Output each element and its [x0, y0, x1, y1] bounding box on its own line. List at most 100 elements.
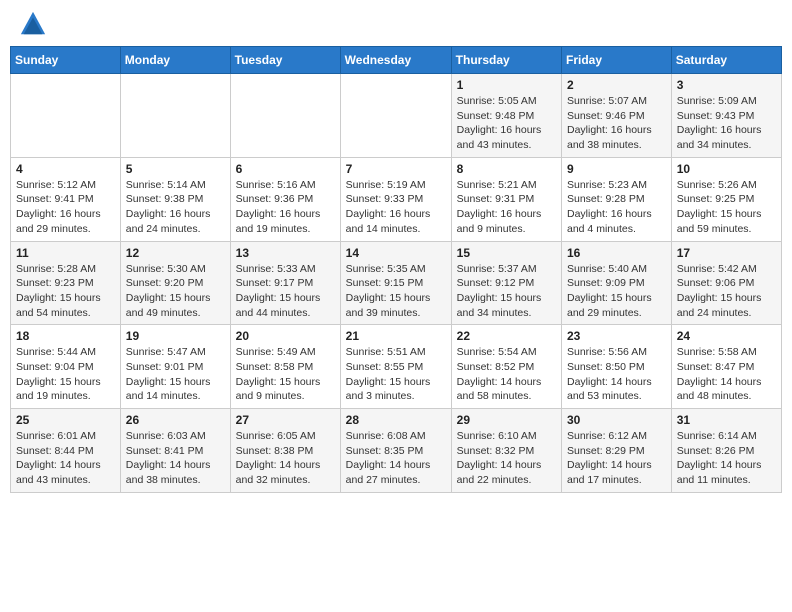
day-number: 23	[567, 329, 666, 343]
calendar-cell: 14 Sunrise: 5:35 AM Sunset: 9:15 PM Dayli…	[340, 241, 451, 325]
day-number: 1	[457, 78, 556, 92]
calendar-table: SundayMondayTuesdayWednesdayThursdayFrid…	[10, 46, 782, 493]
header-tuesday: Tuesday	[230, 47, 340, 74]
calendar-cell: 16 Sunrise: 5:40 AM Sunset: 9:09 PM Dayli…	[562, 241, 672, 325]
calendar-cell: 19 Sunrise: 5:47 AM Sunset: 9:01 PM Dayli…	[120, 325, 230, 409]
day-info: Sunrise: 5:54 AM Sunset: 8:52 PM Dayligh…	[457, 345, 556, 404]
day-number: 6	[236, 162, 335, 176]
day-info: Sunrise: 5:37 AM Sunset: 9:12 PM Dayligh…	[457, 262, 556, 321]
day-number: 21	[346, 329, 446, 343]
day-number: 28	[346, 413, 446, 427]
day-info: Sunrise: 5:21 AM Sunset: 9:31 PM Dayligh…	[457, 178, 556, 237]
calendar-cell	[120, 74, 230, 158]
logo	[15, 10, 47, 38]
day-number: 24	[677, 329, 776, 343]
day-info: Sunrise: 6:12 AM Sunset: 8:29 PM Dayligh…	[567, 429, 666, 488]
day-number: 19	[126, 329, 225, 343]
calendar-cell: 27 Sunrise: 6:05 AM Sunset: 8:38 PM Dayli…	[230, 409, 340, 493]
header-sunday: Sunday	[11, 47, 121, 74]
day-info: Sunrise: 5:23 AM Sunset: 9:28 PM Dayligh…	[567, 178, 666, 237]
calendar-cell: 18 Sunrise: 5:44 AM Sunset: 9:04 PM Dayli…	[11, 325, 121, 409]
calendar-cell	[340, 74, 451, 158]
calendar-cell: 26 Sunrise: 6:03 AM Sunset: 8:41 PM Dayli…	[120, 409, 230, 493]
day-info: Sunrise: 6:05 AM Sunset: 8:38 PM Dayligh…	[236, 429, 335, 488]
day-number: 8	[457, 162, 556, 176]
calendar-week-4: 18 Sunrise: 5:44 AM Sunset: 9:04 PM Dayli…	[11, 325, 782, 409]
calendar-cell	[11, 74, 121, 158]
day-info: Sunrise: 5:19 AM Sunset: 9:33 PM Dayligh…	[346, 178, 446, 237]
day-info: Sunrise: 6:14 AM Sunset: 8:26 PM Dayligh…	[677, 429, 776, 488]
calendar-cell: 8 Sunrise: 5:21 AM Sunset: 9:31 PM Daylig…	[451, 157, 561, 241]
calendar-cell: 9Sunrise: 5:23 AM Sunset: 9:28 PM Daylig…	[562, 157, 672, 241]
day-info: Sunrise: 5:40 AM Sunset: 9:09 PM Dayligh…	[567, 262, 666, 321]
calendar-cell: 10 Sunrise: 5:26 AM Sunset: 9:25 PM Dayli…	[671, 157, 781, 241]
day-info: Sunrise: 5:56 AM Sunset: 8:50 PM Dayligh…	[567, 345, 666, 404]
page-header	[10, 10, 782, 38]
header-saturday: Saturday	[671, 47, 781, 74]
day-number: 26	[126, 413, 225, 427]
day-number: 16	[567, 246, 666, 260]
day-number: 14	[346, 246, 446, 260]
day-info: Sunrise: 6:01 AM Sunset: 8:44 PM Dayligh…	[16, 429, 115, 488]
day-number: 10	[677, 162, 776, 176]
day-number: 18	[16, 329, 115, 343]
calendar-cell: 24 Sunrise: 5:58 AM Sunset: 8:47 PM Dayli…	[671, 325, 781, 409]
day-number: 12	[126, 246, 225, 260]
day-number: 27	[236, 413, 335, 427]
calendar-week-1: 1 Sunrise: 5:05 AM Sunset: 9:48 PM Daylig…	[11, 74, 782, 158]
day-info: Sunrise: 5:35 AM Sunset: 9:15 PM Dayligh…	[346, 262, 446, 321]
day-number: 22	[457, 329, 556, 343]
day-info: Sunrise: 6:03 AM Sunset: 8:41 PM Dayligh…	[126, 429, 225, 488]
day-info: Sunrise: 6:10 AM Sunset: 8:32 PM Dayligh…	[457, 429, 556, 488]
calendar-cell: 13 Sunrise: 5:33 AM Sunset: 9:17 PM Dayli…	[230, 241, 340, 325]
calendar-cell: 2Sunrise: 5:07 AM Sunset: 9:46 PM Daylig…	[562, 74, 672, 158]
day-number: 29	[457, 413, 556, 427]
logo-icon	[19, 10, 47, 38]
header-thursday: Thursday	[451, 47, 561, 74]
calendar-cell: 22 Sunrise: 5:54 AM Sunset: 8:52 PM Dayli…	[451, 325, 561, 409]
calendar-cell: 15 Sunrise: 5:37 AM Sunset: 9:12 PM Dayli…	[451, 241, 561, 325]
calendar-cell: 7 Sunrise: 5:19 AM Sunset: 9:33 PM Daylig…	[340, 157, 451, 241]
day-number: 13	[236, 246, 335, 260]
day-info: Sunrise: 5:42 AM Sunset: 9:06 PM Dayligh…	[677, 262, 776, 321]
day-info: Sunrise: 5:30 AM Sunset: 9:20 PM Dayligh…	[126, 262, 225, 321]
day-info: Sunrise: 5:47 AM Sunset: 9:01 PM Dayligh…	[126, 345, 225, 404]
day-info: Sunrise: 5:33 AM Sunset: 9:17 PM Dayligh…	[236, 262, 335, 321]
calendar-cell: 31Sunrise: 6:14 AM Sunset: 8:26 PM Dayli…	[671, 409, 781, 493]
calendar-cell: 6 Sunrise: 5:16 AM Sunset: 9:36 PM Daylig…	[230, 157, 340, 241]
day-info: Sunrise: 5:05 AM Sunset: 9:48 PM Dayligh…	[457, 94, 556, 153]
calendar-cell: 20 Sunrise: 5:49 AM Sunset: 8:58 PM Dayli…	[230, 325, 340, 409]
calendar-cell: 5Sunrise: 5:14 AM Sunset: 9:38 PM Daylig…	[120, 157, 230, 241]
day-number: 3	[677, 78, 776, 92]
header-monday: Monday	[120, 47, 230, 74]
calendar-cell: 11Sunrise: 5:28 AM Sunset: 9:23 PM Dayli…	[11, 241, 121, 325]
day-number: 11	[16, 246, 115, 260]
calendar-cell: 4Sunrise: 5:12 AM Sunset: 9:41 PM Daylig…	[11, 157, 121, 241]
day-number: 15	[457, 246, 556, 260]
calendar-cell	[230, 74, 340, 158]
calendar-week-2: 4Sunrise: 5:12 AM Sunset: 9:41 PM Daylig…	[11, 157, 782, 241]
header-wednesday: Wednesday	[340, 47, 451, 74]
calendar-cell: 1 Sunrise: 5:05 AM Sunset: 9:48 PM Daylig…	[451, 74, 561, 158]
day-info: Sunrise: 5:26 AM Sunset: 9:25 PM Dayligh…	[677, 178, 776, 237]
calendar-cell: 25 Sunrise: 6:01 AM Sunset: 8:44 PM Dayli…	[11, 409, 121, 493]
day-info: Sunrise: 5:49 AM Sunset: 8:58 PM Dayligh…	[236, 345, 335, 404]
day-info: Sunrise: 5:07 AM Sunset: 9:46 PM Dayligh…	[567, 94, 666, 153]
day-number: 25	[16, 413, 115, 427]
day-info: Sunrise: 5:44 AM Sunset: 9:04 PM Dayligh…	[16, 345, 115, 404]
day-number: 17	[677, 246, 776, 260]
day-info: Sunrise: 6:08 AM Sunset: 8:35 PM Dayligh…	[346, 429, 446, 488]
calendar-cell: 17 Sunrise: 5:42 AM Sunset: 9:06 PM Dayli…	[671, 241, 781, 325]
calendar-cell: 28 Sunrise: 6:08 AM Sunset: 8:35 PM Dayli…	[340, 409, 451, 493]
header-friday: Friday	[562, 47, 672, 74]
calendar-week-5: 25 Sunrise: 6:01 AM Sunset: 8:44 PM Dayli…	[11, 409, 782, 493]
day-info: Sunrise: 5:58 AM Sunset: 8:47 PM Dayligh…	[677, 345, 776, 404]
day-info: Sunrise: 5:51 AM Sunset: 8:55 PM Dayligh…	[346, 345, 446, 404]
day-number: 20	[236, 329, 335, 343]
day-number: 7	[346, 162, 446, 176]
day-info: Sunrise: 5:16 AM Sunset: 9:36 PM Dayligh…	[236, 178, 335, 237]
day-number: 5	[126, 162, 225, 176]
calendar-header-row: SundayMondayTuesdayWednesdayThursdayFrid…	[11, 47, 782, 74]
calendar-cell: 21 Sunrise: 5:51 AM Sunset: 8:55 PM Dayli…	[340, 325, 451, 409]
day-number: 4	[16, 162, 115, 176]
